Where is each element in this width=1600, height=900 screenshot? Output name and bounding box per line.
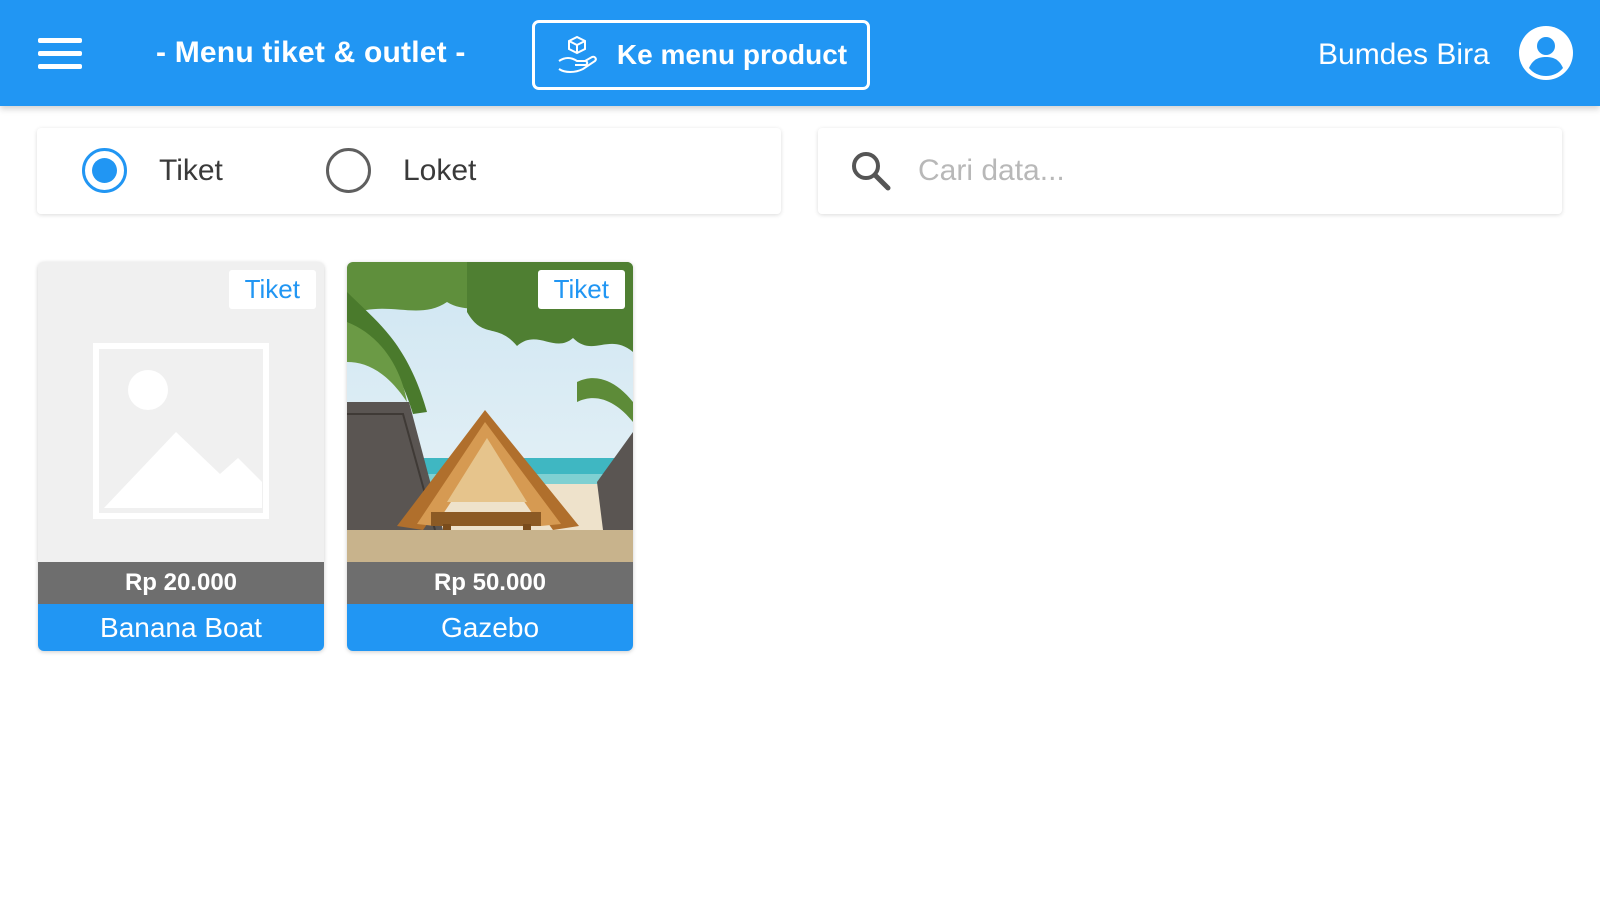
app-bar: - Menu tiket & outlet - Ke menu product … bbox=[0, 0, 1600, 106]
product-card-gazebo[interactable]: Tiket Rp 50.000 Gazebo bbox=[347, 262, 633, 651]
card-name: Gazebo bbox=[347, 604, 633, 651]
card-price: Rp 50.000 bbox=[347, 562, 633, 604]
search-icon bbox=[852, 152, 891, 191]
card-price: Rp 20.000 bbox=[38, 562, 324, 604]
search-card bbox=[818, 128, 1562, 214]
card-name: Banana Boat bbox=[38, 604, 324, 651]
type-filter-card: Tiket Loket bbox=[37, 128, 781, 214]
box-hand-icon bbox=[558, 35, 597, 73]
radio-loket[interactable]: Loket bbox=[326, 148, 476, 193]
radio-tiket[interactable]: Tiket bbox=[82, 148, 223, 193]
radio-loket-label[interactable]: Loket bbox=[403, 154, 476, 188]
product-button-label: Ke menu product bbox=[616, 39, 848, 70]
card-type-tag: Tiket bbox=[228, 270, 316, 309]
radio-loket-circle[interactable] bbox=[326, 148, 371, 193]
page-title: - Menu tiket & outlet - bbox=[156, 36, 466, 69]
card-type-tag: Tiket bbox=[537, 270, 625, 309]
hamburger-menu-icon[interactable] bbox=[38, 36, 84, 72]
go-to-product-menu-button[interactable]: Ke menu product bbox=[532, 20, 870, 90]
product-card-banana-boat[interactable]: Tiket Rp 20.000 Banana Boat bbox=[38, 262, 324, 651]
user-name: Bumdes Bira bbox=[1318, 38, 1490, 71]
account-circle-icon[interactable] bbox=[1519, 26, 1573, 80]
radio-tiket-circle[interactable] bbox=[82, 148, 127, 193]
radio-tiket-label[interactable]: Tiket bbox=[159, 154, 223, 188]
search-input[interactable] bbox=[918, 146, 1528, 196]
